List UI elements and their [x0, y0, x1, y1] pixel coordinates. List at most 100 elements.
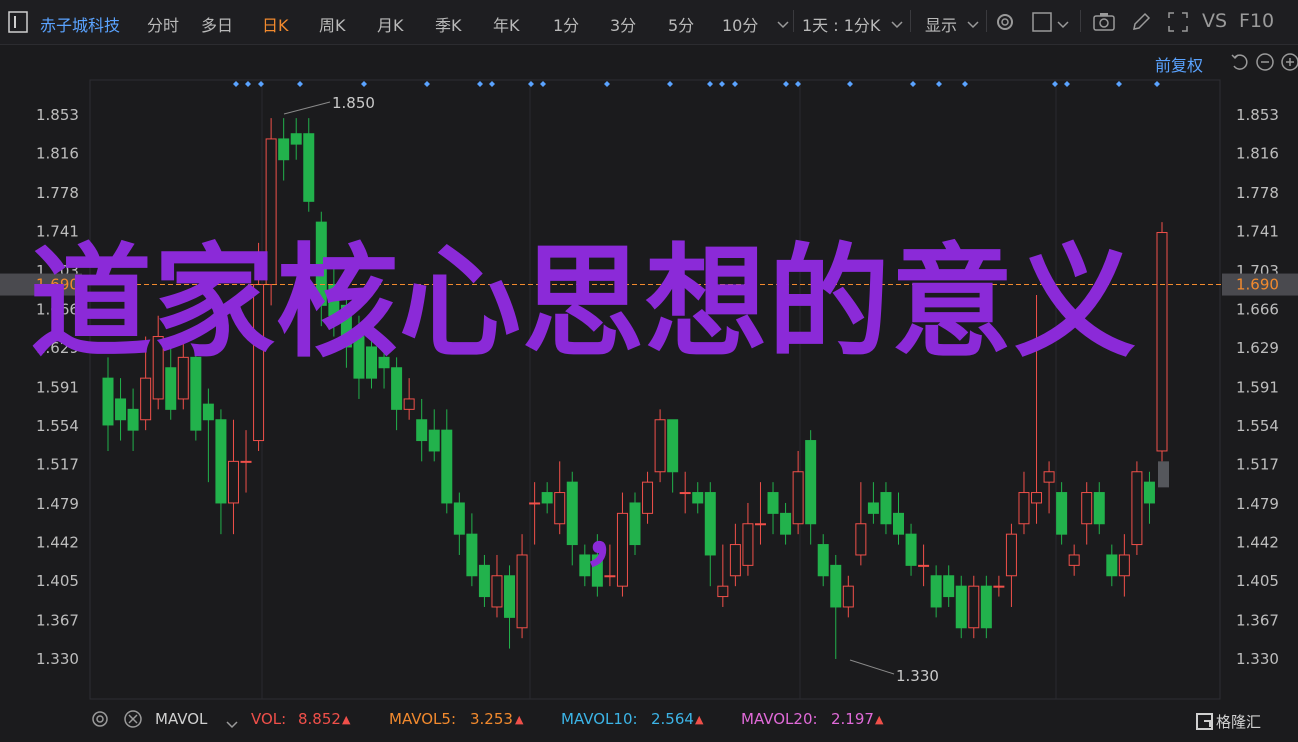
candle-body	[240, 460, 252, 463]
chevron-down-icon[interactable]	[967, 15, 979, 34]
event-marker	[667, 81, 673, 87]
interval-select[interactable]: 1天 : 1分K	[802, 12, 880, 36]
pencil-icon[interactable]	[1130, 11, 1152, 37]
y-tick-label-right: 1.479	[1236, 495, 1279, 513]
low-leader-line	[849, 659, 895, 675]
event-marker	[258, 81, 264, 87]
gear-icon[interactable]	[994, 11, 1016, 37]
event-marker	[847, 81, 853, 87]
period-tab-weekly[interactable]: 周K	[319, 12, 346, 36]
candle-body	[1018, 492, 1030, 525]
candle-body	[453, 502, 465, 535]
y-tick-label: 1.367	[36, 611, 79, 629]
checkbox-icon[interactable]	[1032, 12, 1052, 36]
up-arrow-icon: ▲	[875, 713, 884, 726]
period-tab-10min[interactable]: 10分	[722, 12, 758, 36]
y-tick-label: 1.479	[36, 495, 79, 513]
display-menu[interactable]: 显示	[925, 12, 957, 36]
period-tab-duori[interactable]: 多日	[201, 12, 233, 36]
candle-body	[554, 492, 566, 525]
candle-body	[729, 544, 741, 577]
candle-body	[1143, 481, 1155, 504]
indicator-name[interactable]: MAVOL	[155, 710, 207, 728]
candle-body	[1043, 471, 1055, 483]
candle-body	[1005, 533, 1017, 577]
y-tick-label: 1.405	[36, 572, 79, 590]
chevron-down-icon[interactable]	[891, 15, 903, 34]
high-leader-line	[283, 101, 331, 115]
y-tick-label: 1.591	[36, 379, 79, 397]
period-tab-yearly[interactable]: 年K	[493, 12, 520, 36]
candle-body	[1068, 554, 1080, 566]
event-marker	[936, 81, 942, 87]
low-price-label: 1.330	[896, 667, 939, 685]
overlay-comma: ，	[582, 493, 652, 575]
candle-body	[1106, 554, 1118, 577]
event-marker	[1154, 81, 1160, 87]
candle-body	[817, 544, 829, 577]
vs-button[interactable]: VS	[1202, 10, 1227, 32]
stock-name[interactable]: 赤子城科技	[40, 12, 120, 36]
period-tab-monthly[interactable]: 月K	[377, 12, 404, 36]
candle-body	[491, 575, 503, 608]
camera-icon[interactable]	[1092, 11, 1116, 37]
period-tab-quarterly[interactable]: 季K	[435, 12, 462, 36]
period-tab-fenshi[interactable]: 分时	[147, 12, 179, 36]
volume-indicator-bar: MAVOL VOL: 8.852 ▲ MAVOL5: 3.253 ▲ MAVOL…	[0, 702, 1298, 734]
mavol5-value: 3.253	[470, 710, 513, 728]
vol-label: VOL:	[251, 710, 287, 728]
gear-icon[interactable]	[90, 709, 110, 733]
period-tab-5min[interactable]: 5分	[668, 12, 694, 36]
candle-body	[842, 585, 854, 608]
candle-body	[566, 481, 578, 546]
close-icon[interactable]	[123, 709, 143, 733]
mavol20-label: MAVOL20:	[741, 710, 818, 728]
candle-body	[1131, 471, 1143, 546]
up-arrow-icon: ▲	[515, 713, 524, 726]
up-arrow-icon: ▲	[342, 713, 351, 726]
mavol5-label: MAVOL5:	[389, 710, 457, 728]
candle-body	[1156, 232, 1168, 452]
candle-body	[1093, 492, 1105, 525]
candle-body	[1118, 554, 1130, 577]
y-tick-label-right: 1.778	[1236, 184, 1279, 202]
event-marker	[783, 81, 789, 87]
candle-body	[290, 133, 302, 145]
candle-body	[692, 492, 704, 504]
candle-body	[704, 492, 716, 556]
period-tab-1min[interactable]: 1分	[553, 12, 579, 36]
candle-body	[428, 429, 440, 452]
mavol20-value: 2.197	[831, 710, 874, 728]
y-tick-label-right: 1.629	[1236, 339, 1279, 357]
toolbar-divider	[1080, 10, 1081, 32]
event-marker	[424, 81, 430, 87]
f10-button[interactable]: F10	[1239, 10, 1274, 32]
event-marker	[604, 81, 610, 87]
toolbar: 赤子城科技 分时 多日 日K 周K 月K 季K 年K 1分 3分 5分 10分 …	[0, 0, 1298, 45]
candle-body	[905, 533, 917, 566]
period-tab-3min[interactable]: 3分	[610, 12, 636, 36]
sidebar-toggle-icon[interactable]	[8, 11, 28, 37]
y-tick-label: 1.442	[36, 533, 79, 551]
candle-body	[115, 398, 127, 421]
chevron-down-icon[interactable]	[777, 15, 789, 34]
event-marker	[297, 81, 303, 87]
y-tick-label: 1.554	[36, 417, 79, 435]
candle-body	[867, 502, 879, 514]
overlay-title: 道家核心思想的意义	[30, 232, 1137, 374]
candle-body	[140, 377, 152, 421]
candle-body	[754, 523, 766, 526]
candle-body	[805, 440, 817, 525]
fullscreen-icon[interactable]	[1167, 11, 1189, 37]
candle-body	[742, 523, 754, 566]
candle-body	[416, 419, 428, 442]
candle-body	[127, 408, 139, 431]
watermark: 格隆汇	[1216, 713, 1262, 731]
up-arrow-icon: ▲	[695, 713, 704, 726]
candle-body	[679, 492, 691, 495]
candle-body	[955, 585, 967, 629]
chevron-down-icon[interactable]	[226, 715, 238, 734]
period-tab-daily[interactable]: 日K	[262, 12, 289, 36]
chevron-down-icon[interactable]	[1057, 15, 1069, 34]
candle-body	[980, 585, 992, 629]
